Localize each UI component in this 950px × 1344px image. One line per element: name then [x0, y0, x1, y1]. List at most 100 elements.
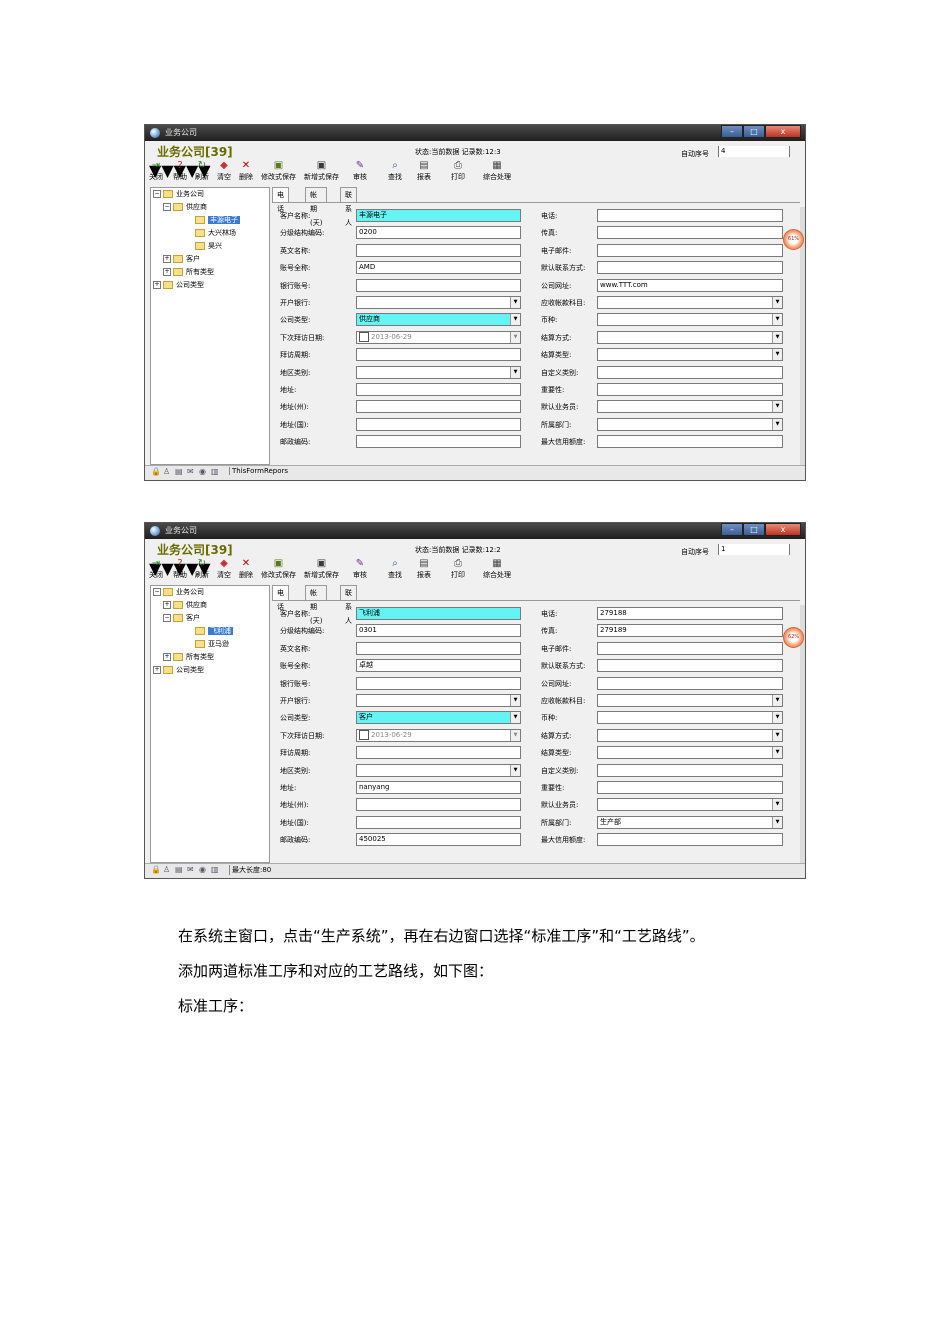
- expand-icon[interactable]: +: [153, 666, 161, 674]
- chevron-down-icon[interactable]: ▼: [510, 366, 520, 378]
- tree-node[interactable]: 亚马逊: [185, 639, 229, 649]
- right-field-9[interactable]: [597, 365, 783, 379]
- delete-button[interactable]: ✕ 删除: [239, 559, 253, 580]
- left-field-7[interactable]: 2013-06-29 ▼: [356, 330, 521, 344]
- tree-node[interactable]: + 供应商: [163, 600, 207, 610]
- chevron-down-icon[interactable]: ▼: [772, 712, 782, 724]
- right-field-0[interactable]: 279188: [597, 607, 783, 620]
- print-button[interactable]: ⎙ 打印: [451, 161, 465, 182]
- left-field-5[interactable]: ▼: [356, 296, 521, 309]
- tree-node[interactable]: 飞利浦: [185, 626, 233, 636]
- left-field-0[interactable]: 飞利浦: [356, 607, 521, 620]
- left-field-12[interactable]: [356, 815, 521, 829]
- right-field-11[interactable]: ▼: [597, 798, 783, 812]
- left-field-2[interactable]: [356, 243, 521, 257]
- chevron-down-icon[interactable]: ▼: [772, 297, 782, 308]
- left-field-7[interactable]: 2013-06-29 ▼: [356, 728, 521, 742]
- close-button[interactable]: ⇥ 关闭: [149, 559, 163, 580]
- tab-3[interactable]: 联系人: [340, 585, 357, 625]
- right-field-4[interactable]: [597, 676, 783, 690]
- left-field-5[interactable]: ▼: [356, 694, 521, 707]
- right-field-4[interactable]: www.TTT.com: [597, 278, 783, 292]
- left-field-6[interactable]: 供应商 ▼: [356, 313, 521, 327]
- tree-node[interactable]: 昊兴: [185, 241, 222, 251]
- tree-node[interactable]: + 所有类型: [163, 652, 214, 662]
- left-field-10[interactable]: [356, 383, 521, 396]
- date-checkbox[interactable]: [359, 729, 369, 740]
- clear-button[interactable]: ◆ 清空: [217, 559, 231, 580]
- left-field-4[interactable]: [356, 676, 521, 690]
- book-icon[interactable]: ▥: [211, 468, 220, 476]
- user-icon[interactable]: ♙: [163, 468, 172, 476]
- right-field-1[interactable]: [597, 226, 783, 240]
- right-field-7[interactable]: ▼: [597, 728, 783, 742]
- right-field-6[interactable]: ▼: [597, 313, 783, 327]
- minimize-button[interactable]: –: [721, 125, 743, 138]
- modify-save-button[interactable]: ▣ 修改式保存: [261, 161, 296, 182]
- tab-1[interactable]: 电话: [272, 187, 289, 213]
- left-field-11[interactable]: [356, 798, 521, 812]
- tab-1[interactable]: 电话: [272, 585, 289, 611]
- collapse-icon[interactable]: −: [163, 203, 171, 211]
- left-field-9[interactable]: ▼: [356, 763, 521, 777]
- right-field-0[interactable]: [597, 209, 783, 222]
- dropdown-arrow-icon[interactable]: ▼: [161, 161, 173, 180]
- help-button[interactable]: ? 帮助: [173, 559, 187, 580]
- dropdown-arrow-icon[interactable]: ▼: [161, 559, 173, 578]
- tree-node[interactable]: + 公司类型: [153, 665, 204, 675]
- left-field-3[interactable]: 卓越: [356, 659, 521, 673]
- left-field-11[interactable]: [356, 400, 521, 414]
- tree-node[interactable]: − 供应商: [163, 202, 207, 212]
- chevron-down-icon[interactable]: ▼: [772, 314, 782, 326]
- modify-save-button[interactable]: ▣ 修改式保存: [261, 559, 296, 580]
- right-field-10[interactable]: [597, 781, 783, 794]
- maximize-button[interactable]: □: [743, 125, 765, 138]
- tree-node[interactable]: 丰源电子: [185, 215, 240, 225]
- chevron-down-icon[interactable]: ▼: [772, 331, 782, 343]
- right-field-3[interactable]: [597, 659, 783, 673]
- right-field-5[interactable]: ▼: [597, 296, 783, 309]
- audit-button[interactable]: ✎ 审核: [353, 559, 367, 580]
- right-field-2[interactable]: [597, 243, 783, 257]
- maximize-button[interactable]: □: [743, 523, 765, 536]
- tree-node[interactable]: − 业务公司: [153, 587, 204, 597]
- chevron-down-icon[interactable]: ▼: [510, 297, 520, 308]
- tab-2[interactable]: 帐期(天): [305, 585, 328, 625]
- close-window-button[interactable]: x: [765, 523, 801, 536]
- right-field-7[interactable]: ▼: [597, 330, 783, 344]
- chevron-down-icon[interactable]: ▼: [510, 729, 520, 741]
- left-field-10[interactable]: nanyang: [356, 781, 521, 794]
- add-save-button[interactable]: ▣ 新增式保存: [304, 559, 339, 580]
- right-field-10[interactable]: [597, 383, 783, 396]
- right-field-12[interactable]: ▼: [597, 417, 783, 431]
- left-field-0[interactable]: 丰源电子: [356, 209, 521, 222]
- tree-node[interactable]: + 客户: [163, 254, 200, 264]
- chevron-down-icon[interactable]: ▼: [510, 695, 520, 706]
- right-field-12[interactable]: 生产部 ▼: [597, 815, 783, 829]
- report-button[interactable]: ▤ 报表: [417, 161, 431, 182]
- chevron-down-icon[interactable]: ▼: [510, 331, 520, 343]
- chevron-down-icon[interactable]: ▼: [772, 401, 782, 413]
- right-field-5[interactable]: ▼: [597, 694, 783, 707]
- eye-icon[interactable]: ◉: [199, 866, 208, 874]
- audit-button[interactable]: ✎ 审核: [353, 161, 367, 182]
- help-button[interactable]: ? 帮助: [173, 161, 187, 182]
- collapse-icon[interactable]: −: [153, 588, 161, 596]
- seq-input[interactable]: 1: [718, 544, 790, 555]
- collapse-icon[interactable]: −: [153, 190, 161, 198]
- expand-icon[interactable]: +: [163, 255, 171, 263]
- book-icon[interactable]: ▥: [211, 866, 220, 874]
- clear-button[interactable]: ◆ 清空: [217, 161, 231, 182]
- chevron-down-icon[interactable]: ▼: [772, 349, 782, 361]
- expand-icon[interactable]: +: [163, 653, 171, 661]
- right-field-9[interactable]: [597, 763, 783, 777]
- tree-node[interactable]: + 公司类型: [153, 280, 204, 290]
- tree-node[interactable]: + 所有类型: [163, 267, 214, 277]
- right-field-8[interactable]: ▼: [597, 348, 783, 362]
- find-button[interactable]: ⌕ 查找: [388, 161, 402, 182]
- chat-icon[interactable]: ✉: [187, 468, 196, 476]
- tree-node[interactable]: 大兴林场: [185, 228, 236, 238]
- right-field-13[interactable]: [597, 435, 783, 449]
- left-field-2[interactable]: [356, 641, 521, 655]
- user-icon[interactable]: ♙: [163, 866, 172, 874]
